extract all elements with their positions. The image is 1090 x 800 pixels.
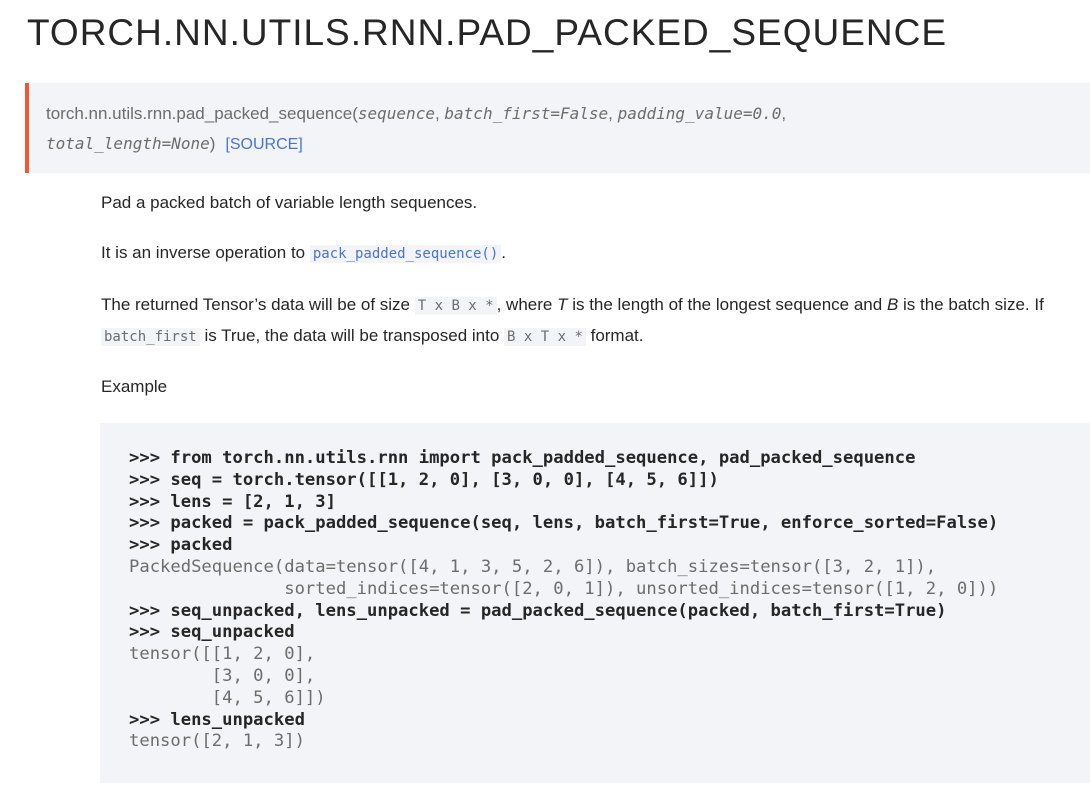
code-line: >>> seq = torch.tensor([[1, 2, 0], [3, 0… [129, 469, 719, 490]
code-line: >>> seq_unpacked, lens_unpacked = pad_pa… [129, 600, 947, 621]
code-output-line: PackedSequence(data=tensor([4, 1, 3, 5, … [129, 556, 937, 577]
signature-param-sequence: sequence [357, 104, 435, 123]
size-code-btx: B x T x * [504, 328, 586, 346]
description-paragraph-1: Pad a packed batch of variable length se… [101, 193, 478, 212]
signature-function-name: torch.nn.utils.rnn.pad_packed_sequence [46, 104, 353, 123]
code-line: >>> seq_unpacked [129, 622, 295, 643]
signature-close-paren: ) [209, 134, 216, 153]
code-output-line: tensor([[1, 2, 0], [129, 644, 316, 665]
example-heading: Example [101, 377, 168, 396]
description-paragraph-2: It is an inverse operation to pack_padde… [101, 243, 507, 263]
code-output-line: tensor([2, 1, 3]) [129, 731, 305, 752]
code-output-line: sorted_indices=tensor([2, 0, 1]), unsort… [129, 578, 999, 599]
code-example-block: >>> from torch.nn.utils.rnn import pack_… [100, 423, 1090, 783]
function-signature: torch.nn.utils.rnn.pad_packed_sequence(s… [25, 83, 1090, 173]
batch-first-code: batch_first [101, 328, 200, 346]
code-line: >>> lens = [2, 1, 3] [129, 491, 336, 512]
code-line: >>> lens_unpacked [129, 709, 305, 730]
size-code-tbx: T x B x * [414, 297, 497, 315]
code-line: >>> packed [129, 535, 233, 556]
code-line: >>> from torch.nn.utils.rnn import pack_… [129, 448, 916, 468]
signature-param-batch-first: batch_first=False [444, 104, 609, 123]
code-line: >>> packed = pack_padded_sequence(seq, l… [129, 513, 999, 534]
page-title: TORCH.NN.UTILS.RNN.PAD_PACKED_SEQUENCE [27, 12, 948, 53]
signature-param-total-length: total_length=None [46, 134, 210, 153]
source-link[interactable]: [SOURCE] [225, 136, 302, 153]
signature-param-padding-value: padding_value=0.0 [617, 104, 782, 123]
description-paragraph-3: The returned Tensor’s data will be of si… [101, 295, 1044, 346]
code-output-line: [3, 0, 0], [129, 665, 316, 686]
doc-page: TORCH.NN.UTILS.RNN.PAD_PACKED_SEQUENCE t… [0, 0, 1090, 800]
code-output-line: [4, 5, 6]]) [129, 687, 326, 708]
pack-padded-sequence-link[interactable]: pack_padded_sequence() [309, 245, 502, 263]
